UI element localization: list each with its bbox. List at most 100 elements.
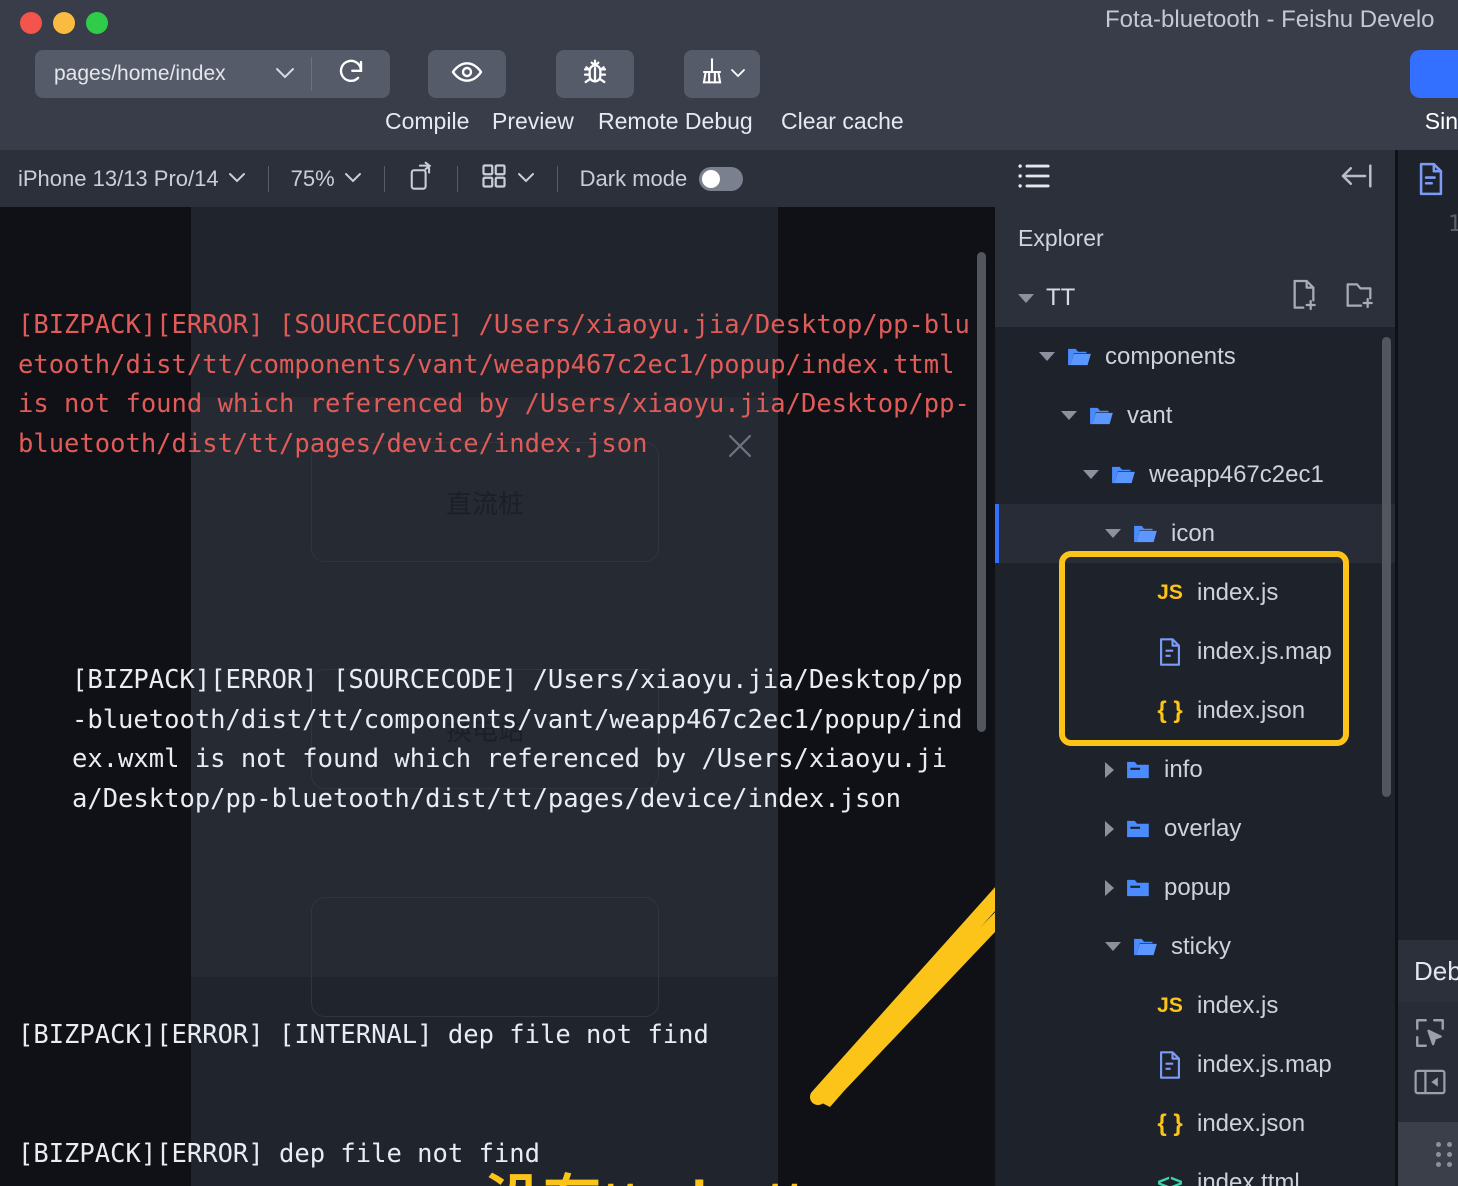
chevron-right-icon[interactable] — [1105, 761, 1114, 778]
maximize-window-button[interactable] — [86, 12, 108, 34]
dark-mode-control[interactable]: Dark mode — [580, 166, 744, 192]
debugger-toolbar — [1398, 1002, 1458, 1122]
remote-debug-label: Remote Debug — [598, 108, 753, 134]
tree-item-label: components — [1105, 342, 1236, 370]
debugger-tab[interactable]: Deb — [1398, 940, 1458, 1002]
tree-item-label: info — [1164, 755, 1203, 783]
clear-cache-label: Clear cache — [781, 108, 904, 134]
explorer-topbar — [995, 150, 1395, 207]
tree-item-label: index.ttml — [1197, 1168, 1300, 1186]
list-view-icon[interactable] — [1017, 163, 1051, 194]
rotate-device-button[interactable] — [407, 161, 435, 197]
bug-icon — [579, 56, 611, 93]
explorer-root-row[interactable]: TT — [995, 269, 1395, 327]
folder-open-icon — [1067, 345, 1093, 369]
clear-cache-button[interactable] — [684, 50, 760, 98]
tree-item-label: index.js.map — [1197, 1050, 1332, 1078]
inspect-element-icon[interactable] — [1413, 1016, 1447, 1055]
tree-folder-components[interactable]: components — [995, 327, 1395, 386]
rotate-device-icon — [407, 161, 435, 197]
dark-mode-label: Dark mode — [579, 165, 688, 191]
chevron-down-icon[interactable] — [1105, 529, 1121, 538]
file-tree-scrollbar[interactable] — [1382, 337, 1391, 797]
rail-truncated-text: 1 — [1448, 212, 1458, 237]
chevron-right-icon[interactable] — [1105, 879, 1114, 896]
drag-handle-icon — [1436, 1141, 1453, 1167]
drag-handle[interactable] — [1398, 1122, 1458, 1186]
chevron-down-icon[interactable] — [1105, 942, 1121, 951]
tree-file-index-json[interactable]: { } index.json — [995, 681, 1395, 740]
chevron-down-icon[interactable] — [1039, 352, 1055, 361]
tree-file-index-json[interactable]: { } index.json — [995, 1094, 1395, 1153]
layout-selector[interactable] — [480, 162, 535, 196]
console-line-error-3: [BIZPACK][ERROR] [INTERNAL] dep file not… — [18, 1020, 709, 1050]
console-scrollbar[interactable] — [977, 252, 986, 732]
main-toolbar: pages/home/index — [35, 50, 760, 98]
dark-mode-toggle[interactable] — [699, 166, 744, 191]
json-file-icon: { } — [1157, 696, 1183, 724]
tree-item-label: icon — [1171, 519, 1216, 547]
console-line-error-2: [BIZPACK][ERROR] [SOURCECODE] /Users/xia… — [72, 665, 963, 814]
zoom-selector[interactable]: 75% — [291, 166, 362, 192]
tree-folder-overlay[interactable]: overlay — [995, 799, 1395, 858]
page-path-selector[interactable]: pages/home/index — [35, 50, 390, 98]
tree-file-index-js-map[interactable]: index.js.map — [995, 1035, 1395, 1094]
title-bar: Fota-bluetooth - Feishu Develo pages/hom… — [0, 0, 1458, 150]
close-icon[interactable] — [722, 429, 758, 465]
folder-open-icon — [1133, 522, 1159, 546]
tree-item-label: popup — [1164, 873, 1231, 901]
tree-file-index-js[interactable]: JS index.js — [995, 563, 1395, 622]
folder-open-icon — [1111, 463, 1137, 487]
tree-item-label: weapp467c2ec1 — [1149, 460, 1324, 488]
tree-item-label: vant — [1127, 401, 1173, 429]
divider — [556, 165, 558, 192]
collapse-panel-icon[interactable] — [1339, 163, 1373, 194]
tree-file-index-js[interactable]: JS index.js — [995, 976, 1395, 1035]
chevron-down-icon — [344, 170, 362, 187]
tree-folder-popup[interactable]: popup — [995, 858, 1395, 917]
compile-button[interactable] — [312, 50, 390, 98]
preview-button[interactable] — [428, 50, 506, 98]
map-file-icon — [1155, 1050, 1185, 1079]
annotation-label: 没有ttml，ttss — [485, 1155, 868, 1186]
console-blank-1 — [18, 543, 973, 582]
tree-file-index-js-map[interactable]: index.js.map — [995, 622, 1395, 681]
file-doc-icon[interactable] — [1416, 162, 1446, 201]
chevron-right-icon[interactable] — [1105, 820, 1114, 837]
eye-icon — [451, 56, 483, 93]
new-folder-icon[interactable] — [1345, 279, 1377, 318]
divider — [383, 165, 385, 192]
divider — [456, 165, 458, 192]
right-rail: 1 Deb — [1395, 150, 1458, 1186]
explorer-panel: Explorer TT components vant weapp467c2ec1 i… — [995, 150, 1395, 1186]
signin-button[interactable] — [1410, 50, 1458, 98]
tree-folder-weapp467c2ec1[interactable]: weapp467c2ec1 — [995, 445, 1395, 504]
refresh-icon — [336, 57, 366, 92]
tree-file-index-ttml[interactable]: <> index.ttml — [995, 1153, 1395, 1186]
explorer-root-name: TT — [1046, 284, 1076, 311]
device-selector[interactable]: iPhone 13/13 Pro/14 — [18, 166, 246, 192]
folder-icon — [1126, 817, 1152, 841]
remote-debug-button[interactable] — [556, 50, 634, 98]
ttml-file-icon: <> — [1157, 1169, 1183, 1186]
chevron-down-icon[interactable] — [1018, 293, 1034, 303]
folder-open-icon — [1133, 935, 1159, 959]
window-controls — [20, 12, 108, 34]
page-path-label: pages/home/index — [54, 62, 226, 85]
js-file-icon: JS — [1157, 580, 1183, 604]
minimize-window-button[interactable] — [53, 12, 75, 34]
new-file-icon[interactable] — [1289, 279, 1319, 318]
tree-folder-sticky[interactable]: sticky — [995, 917, 1395, 976]
chevron-down-icon[interactable] — [1061, 411, 1077, 420]
device-bar: iPhone 13/13 Pro/14 75% Dark mode — [0, 150, 995, 207]
js-file-icon: JS — [1157, 993, 1183, 1017]
window-title: Fota-bluetooth - Feishu Develo — [1105, 6, 1435, 33]
app-window: Fota-bluetooth - Feishu Develo pages/hom… — [0, 0, 1458, 1186]
tree-folder-info[interactable]: info — [995, 740, 1395, 799]
dock-panel-icon[interactable] — [1413, 1067, 1447, 1102]
chevron-down-icon — [228, 170, 246, 187]
close-window-button[interactable] — [20, 12, 42, 34]
chevron-down-icon[interactable] — [1083, 470, 1099, 479]
tree-folder-icon[interactable]: icon — [995, 504, 1395, 563]
tree-folder-vant[interactable]: vant — [995, 386, 1395, 445]
